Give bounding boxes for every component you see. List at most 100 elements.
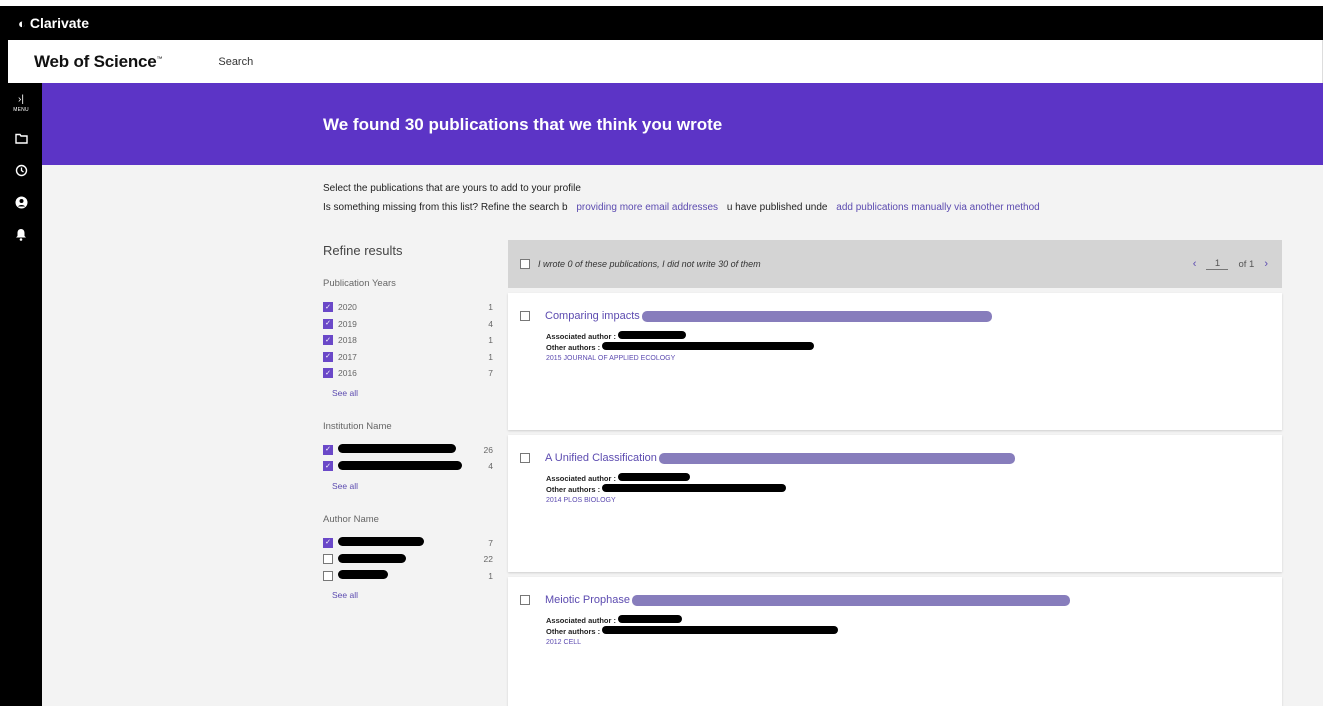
- facet-count: 1: [488, 570, 493, 581]
- facet-row[interactable]: ✓ 2020 1: [323, 299, 493, 316]
- app-header: Web of Science™ Search: [0, 40, 1323, 83]
- expand-menu-button[interactable]: ›| MENU: [13, 95, 29, 115]
- facet-label-redacted: [338, 570, 475, 581]
- facet-count: 26: [483, 444, 493, 455]
- checkbox-checked[interactable]: ✓: [323, 461, 333, 472]
- intro-text: Select the publications that are yours t…: [323, 179, 1046, 217]
- refine-title: Refine results: [323, 243, 403, 258]
- facet-row[interactable]: ✓ 2018 1: [323, 332, 493, 349]
- add-manually-link[interactable]: add publications manually via another me…: [836, 202, 1039, 213]
- facet-count: 1: [488, 351, 493, 362]
- title-redacted: [632, 594, 1070, 606]
- facet-label: 2016: [338, 368, 357, 379]
- side-nav: ›| MENU: [0, 83, 42, 706]
- associated-author-label: Associated author :: [546, 474, 617, 483]
- checkbox-unchecked[interactable]: [323, 570, 333, 581]
- next-page-icon[interactable]: ›: [1264, 258, 1268, 270]
- trademark-mark: ™: [156, 55, 163, 62]
- claim-banner: We found 30 publications that we think y…: [42, 83, 1323, 165]
- see-all-link[interactable]: See all: [332, 590, 358, 600]
- facet-count: 4: [488, 318, 493, 329]
- facet-label-redacted: [338, 553, 475, 565]
- checkbox-unchecked[interactable]: [323, 554, 333, 565]
- prev-page-icon[interactable]: ‹: [1193, 258, 1197, 270]
- publication-source[interactable]: 2015 JOURNAL OF APPLIED ECOLOGY: [546, 353, 1282, 364]
- clarivate-brand[interactable]: ◐ Clarivate: [18, 15, 89, 31]
- facet-count: 22: [483, 554, 493, 565]
- facet-row[interactable]: 1: [323, 568, 493, 585]
- checkbox-checked[interactable]: ✓: [323, 537, 333, 548]
- pagination: ‹ 1 of 1 ›: [1193, 258, 1268, 270]
- publication-source[interactable]: 2014 PLOS BIOLOGY: [546, 495, 1282, 506]
- publication-meta: Associated author : Other authors : 2015…: [546, 331, 1282, 364]
- user-icon[interactable]: [12, 193, 30, 211]
- author-redacted: [618, 615, 683, 623]
- publication-title[interactable]: A Unified Classification: [545, 452, 657, 464]
- brand-label: Clarivate: [29, 15, 90, 31]
- banner-title: We found 30 publications that we think y…: [323, 115, 723, 134]
- facet-label: 2019: [338, 318, 357, 329]
- checkbox-checked[interactable]: ✓: [323, 444, 333, 455]
- checkbox-checked[interactable]: ✓: [323, 318, 333, 329]
- refine-panel: Refine results Publication Years ✓ 2020 1 …: [323, 243, 493, 623]
- bell-icon[interactable]: [12, 225, 30, 243]
- author-redacted: [618, 331, 687, 339]
- facet-row[interactable]: ✓ 4: [323, 458, 493, 475]
- authors-redacted: [602, 484, 787, 492]
- results-list: I wrote 0 of these publications, I did n…: [508, 240, 1282, 706]
- authors-redacted: [602, 342, 815, 350]
- other-authors-label: Other authors :: [546, 627, 601, 636]
- other-authors-label: Other authors :: [546, 343, 601, 352]
- publication-card: A Unified Classification Associated auth…: [508, 435, 1282, 572]
- checkbox-checked[interactable]: ✓: [323, 368, 333, 379]
- page-number-input[interactable]: 1: [1206, 258, 1229, 270]
- product-name: Web of Science: [34, 51, 157, 71]
- publication-card: Meiotic Prophase Associated author : Oth…: [508, 577, 1282, 706]
- facet-label: 2017: [338, 351, 357, 362]
- see-all-link[interactable]: See all: [332, 388, 358, 398]
- publication-checkbox[interactable]: [520, 311, 530, 321]
- facet-row[interactable]: ✓ 26: [323, 442, 493, 459]
- see-all-link[interactable]: See all: [332, 481, 358, 491]
- facet-label-redacted: [338, 460, 475, 472]
- publication-meta: Associated author : Other authors : 2012…: [546, 615, 1282, 648]
- facet-title: Publication Years: [323, 278, 396, 289]
- checkbox-checked[interactable]: ✓: [323, 302, 333, 313]
- history-icon[interactable]: [12, 161, 30, 179]
- facet-row[interactable]: ✓ 2017 1: [323, 349, 493, 366]
- title-redacted: [641, 310, 992, 322]
- authors-redacted: [602, 626, 839, 634]
- facet-row[interactable]: ✓ 2019 4: [323, 316, 493, 333]
- results-summary: I wrote 0 of these publications, I did n…: [538, 259, 761, 269]
- facet-institution-name: Institution Name ✓ 26 ✓ 4 See all: [323, 421, 493, 494]
- publication-checkbox[interactable]: [520, 453, 530, 463]
- intro-line-2-mid: u have published unde: [726, 202, 828, 213]
- publication-title[interactable]: Meiotic Prophase: [545, 594, 630, 606]
- select-all-checkbox[interactable]: [520, 259, 530, 269]
- expand-menu-icon: ›|: [18, 94, 24, 105]
- associated-author-label: Associated author :: [546, 616, 617, 625]
- menu-label: MENU: [13, 107, 29, 113]
- facet-title: Author Name: [323, 513, 379, 525]
- facet-count: 1: [488, 335, 493, 346]
- facet-row[interactable]: ✓ 7: [323, 535, 493, 552]
- facet-count: 7: [488, 537, 493, 548]
- facet-title: Institution Name: [323, 420, 392, 432]
- associated-author-label: Associated author :: [546, 332, 617, 341]
- facet-row[interactable]: 22: [323, 551, 493, 568]
- facet-row[interactable]: ✓ 2016 7: [323, 365, 493, 382]
- publication-title[interactable]: Comparing impacts: [545, 310, 640, 322]
- publication-checkbox[interactable]: [520, 595, 530, 605]
- more-emails-link[interactable]: providing more email addresses: [576, 202, 718, 213]
- author-redacted: [618, 473, 691, 481]
- product-logo[interactable]: Web of Science™: [34, 51, 163, 72]
- nav-search-link[interactable]: Search: [218, 56, 253, 68]
- publication-source[interactable]: 2012 CELL: [546, 637, 1282, 648]
- results-summary-bar: I wrote 0 of these publications, I did n…: [508, 240, 1282, 288]
- facet-label-redacted: [338, 537, 475, 548]
- facet-publication-years: Publication Years ✓ 2020 1 ✓ 2019 4 ✓ 2018 1 ✓…: [323, 278, 493, 401]
- checkbox-checked[interactable]: ✓: [323, 335, 333, 346]
- folder-icon[interactable]: [12, 129, 30, 147]
- publication-card: Comparing impacts Associated author : Ot…: [508, 293, 1282, 430]
- checkbox-checked[interactable]: ✓: [323, 351, 333, 362]
